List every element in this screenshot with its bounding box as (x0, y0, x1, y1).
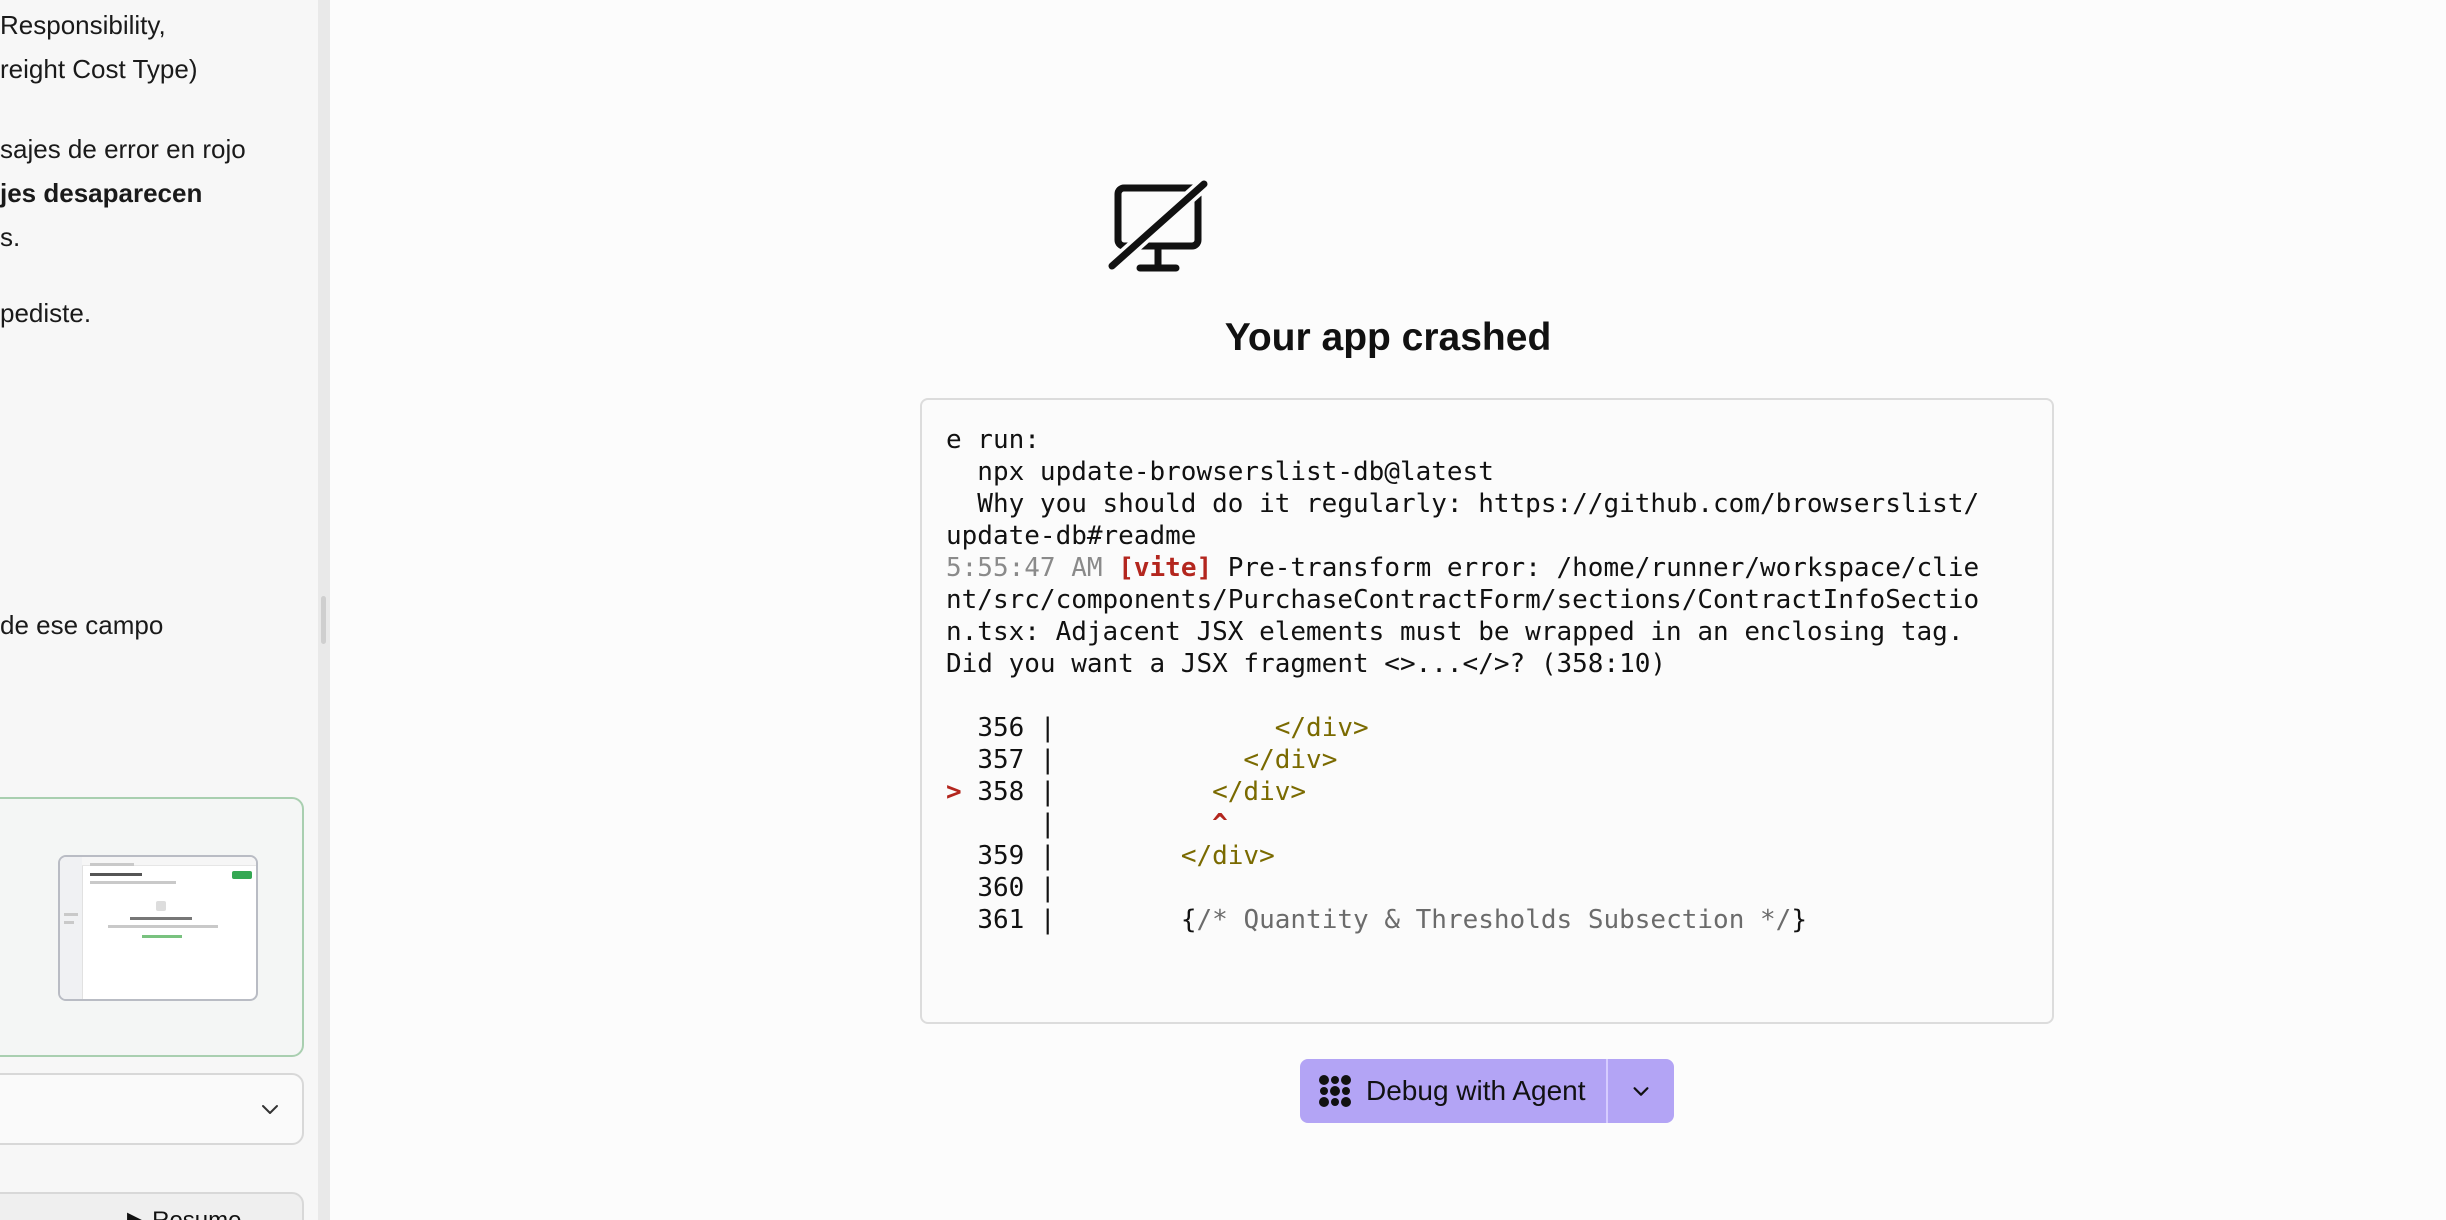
resume-button[interactable]: ▶ Resume (0, 1192, 304, 1220)
chat-panel: Responsibility, reight Cost Type) sajes de… (0, 0, 318, 1220)
log-line: update-db#readme (946, 521, 1197, 551)
chat-line: sajes de error en rojo (0, 134, 246, 164)
code-line-marker (946, 841, 962, 871)
log-line: npx update-browserslist-db@latest (946, 457, 1494, 487)
code-line-marker (946, 905, 962, 935)
crash-title: Your app crashed (1224, 316, 1552, 359)
chevron-down-icon (262, 1105, 278, 1114)
code-line-marker (946, 873, 962, 903)
code-line-text: </div> (1055, 777, 1307, 807)
chevron-down-icon (1632, 1087, 1649, 1096)
debug-with-agent-button[interactable]: Debug with Agent (1300, 1059, 1606, 1123)
code-line-number: 361 (977, 905, 1025, 935)
code-line-number: 357 (977, 745, 1025, 775)
code-line-marker (946, 745, 962, 775)
code-line-marker (946, 809, 962, 839)
chat-line: de ese campo (0, 610, 164, 640)
log-line: Why you should do it regularly: https://… (946, 489, 1980, 519)
panel-resize-handle[interactable] (318, 0, 330, 1220)
error-log[interactable]: e run: npx update-browserslist-db@latest… (920, 398, 2054, 1024)
code-line-text: </div> (1055, 841, 1275, 871)
log-line: e run: (946, 425, 1040, 455)
debug-button-group: Debug with Agent (1300, 1059, 1674, 1123)
code-line-number: 358 (977, 777, 1025, 807)
error-log-text: e run: npx update-browserslist-db@latest… (946, 425, 1980, 935)
debug-button-label: Debug with Agent (1366, 1075, 1586, 1106)
log-error-line: n.tsx: Adjacent JSX elements must be wra… (946, 617, 1964, 647)
code-line-number (977, 809, 1024, 839)
log-error-line: Did you want a JSX fragment <>...</>? (3… (946, 649, 1667, 679)
chat-line: pediste. (0, 298, 92, 328)
model-select[interactable] (0, 1073, 304, 1145)
log-error-line: Pre-transform error: /home/runner/worksp… (1227, 553, 1980, 583)
chat-line: jes desaparecen (0, 178, 203, 208)
code-line-number: 359 (977, 841, 1025, 871)
chat-line: Responsibility, (0, 10, 166, 40)
resume-label: ▶ Resume (127, 1206, 242, 1220)
log-error-line: nt/src/components/PurchaseContractForm/s… (946, 585, 1980, 615)
monitor-off-icon (1108, 180, 1208, 272)
code-line-marker (946, 713, 962, 743)
agent-icon (1319, 1075, 1351, 1107)
code-line-number: 360 (977, 873, 1025, 903)
screenshot-thumbnail[interactable] (58, 855, 258, 1001)
code-line-text: </div> (1055, 713, 1369, 743)
code-line-marker: > (946, 777, 962, 807)
code-line-text: /* Quantity & Thresholds Subsection */ (1196, 905, 1792, 935)
drag-handle-icon (321, 596, 326, 644)
code-line-text: ^ (1055, 809, 1228, 839)
log-source: [vite] (1118, 553, 1213, 583)
code-line-number: 356 (977, 713, 1025, 743)
debug-options-dropdown[interactable] (1605, 1059, 1674, 1123)
log-timestamp: 5:55:47 AM (946, 553, 1103, 583)
screenshot-attachment-card[interactable] (0, 797, 304, 1057)
chat-line: s. (0, 222, 21, 252)
chat-line: reight Cost Type) (0, 54, 198, 84)
code-line-text: </div> (1055, 745, 1338, 775)
